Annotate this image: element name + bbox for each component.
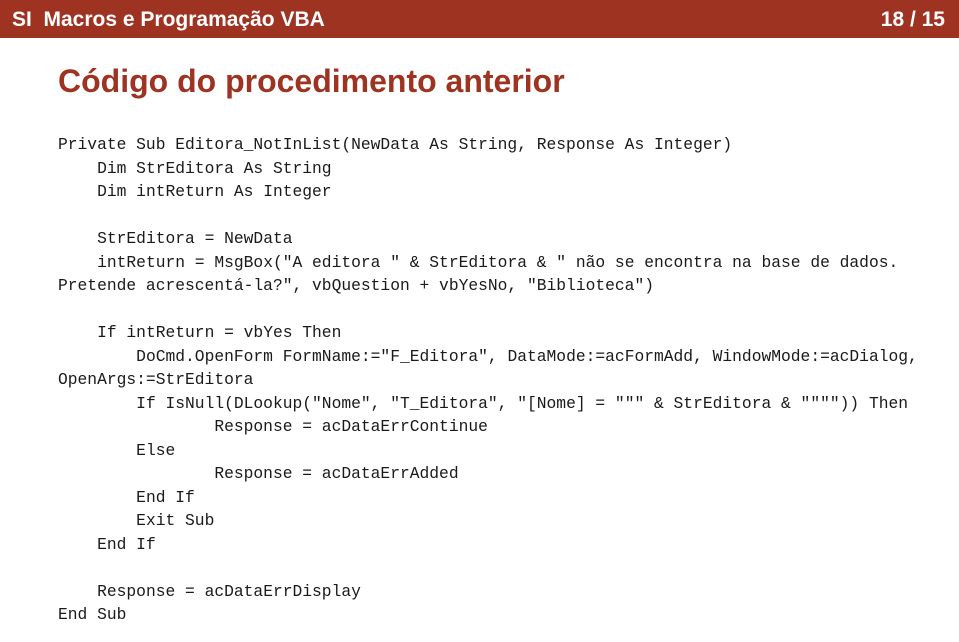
presentation-slide: SI Macros e Programação VBA 18 / 15 Códi… bbox=[0, 0, 959, 642]
slide-header-bar: SI Macros e Programação VBA 18 / 15 bbox=[0, 0, 959, 38]
slide-heading: Código do procedimento anterior bbox=[58, 63, 565, 99]
slide-page-indicator: 18 / 15 bbox=[880, 8, 945, 31]
slide-body: Código do procedimento anterior Private … bbox=[0, 38, 959, 642]
presentation-title: SI Macros e Programação VBA bbox=[12, 8, 325, 31]
vba-code-block: Private Sub Editora_NotInList(NewData As… bbox=[58, 135, 918, 625]
